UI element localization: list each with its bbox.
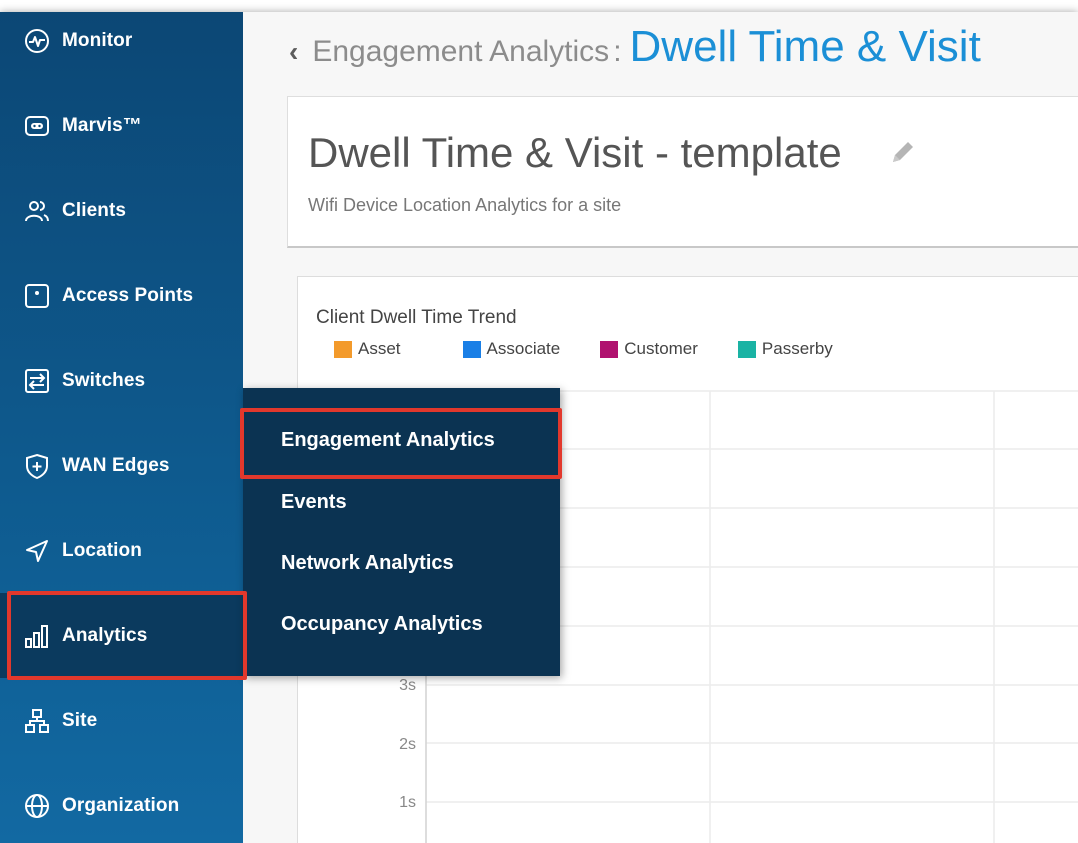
- sidebar-item-location[interactable]: Location: [0, 508, 243, 593]
- menu-item-events[interactable]: Events: [243, 472, 560, 533]
- sidebar-item-label: WAN Edges: [62, 454, 170, 476]
- breadcrumb-separator: :: [613, 35, 622, 68]
- switch-icon: [24, 368, 50, 394]
- sidebar-item-label: Access Points: [62, 284, 194, 306]
- sidebar-item-analytics[interactable]: Analytics: [0, 593, 243, 678]
- chevron-left-icon[interactable]: ‹: [289, 36, 298, 68]
- report-header-card: Dwell Time & Visit - template Wifi Devic…: [287, 96, 1078, 248]
- access-point-icon: [24, 283, 50, 309]
- globe-icon: [24, 793, 50, 819]
- site-icon: [24, 708, 50, 734]
- sidebar-item-access-points[interactable]: Access Points: [0, 253, 243, 338]
- sidebar-item-label: Location: [62, 539, 142, 561]
- menu-item-network-analytics[interactable]: Network Analytics: [243, 533, 560, 594]
- legend-swatch: [600, 340, 619, 358]
- sidebar-item-label: Organization: [62, 794, 180, 816]
- monitor-icon: [24, 28, 50, 54]
- sidebar: Monitor Marvis™ Clients Access Points Sw…: [0, 12, 243, 843]
- sidebar-item-marvis[interactable]: Marvis™: [0, 83, 243, 168]
- sidebar-item-clients[interactable]: Clients: [0, 168, 243, 253]
- legend-swatch: [334, 340, 352, 358]
- legend-item-customer[interactable]: Customer: [600, 339, 698, 359]
- sidebar-item-label: Marvis™: [62, 114, 142, 136]
- sidebar-item-wan-edges[interactable]: WAN Edges: [0, 423, 243, 508]
- chart-legend: Asset Associate Customer Passerby: [334, 339, 873, 359]
- menu-item-engagement-analytics[interactable]: Engagement Analytics: [243, 410, 560, 471]
- legend-label: Passerby: [761, 339, 833, 358]
- y-tick-label: 1s: [399, 794, 416, 811]
- analytics-flyout-menu: Engagement Analytics Events Network Anal…: [243, 388, 560, 676]
- legend-label: Associate: [486, 339, 561, 358]
- sidebar-item-monitor[interactable]: Monitor: [0, 12, 243, 83]
- pencil-icon[interactable]: [888, 137, 918, 167]
- app-window: Monitor Marvis™ Clients Access Points Sw…: [0, 12, 1078, 843]
- legend-item-passerby[interactable]: Passerby: [737, 339, 833, 359]
- legend-item-associate[interactable]: Associate: [462, 339, 561, 359]
- sidebar-item-organization[interactable]: Organization: [0, 763, 243, 843]
- sidebar-item-label: Analytics: [62, 624, 148, 646]
- analytics-bars-icon: [24, 623, 50, 649]
- breadcrumb: ‹ Engagement Analytics : Dwell Time & Vi…: [289, 22, 981, 72]
- page-title: Dwell Time & Visit - template: [308, 129, 842, 176]
- legend-swatch: [462, 340, 481, 358]
- wan-edge-shield-icon: [24, 453, 50, 479]
- chart-title: Client Dwell Time Trend: [316, 307, 517, 328]
- y-tick-label: 2s: [399, 736, 416, 753]
- legend-item-asset[interactable]: Asset: [334, 339, 401, 359]
- marvis-icon: [24, 113, 50, 139]
- legend-label: Customer: [624, 339, 698, 358]
- page-subtitle: Wifi Device Location Analytics for a sit…: [308, 195, 622, 215]
- sidebar-item-label: Switches: [62, 369, 146, 391]
- sidebar-item-label: Site: [62, 709, 98, 731]
- sidebar-item-label: Clients: [62, 199, 127, 221]
- sidebar-item-label: Monitor: [62, 29, 133, 51]
- clients-icon: [24, 198, 50, 224]
- breadcrumb-parent-link[interactable]: Engagement Analytics: [312, 35, 609, 69]
- location-arrow-icon: [24, 538, 50, 564]
- breadcrumb-current: Dwell Time & Visit: [629, 22, 981, 71]
- sidebar-item-switches[interactable]: Switches: [0, 338, 243, 423]
- y-tick-label: 3s: [399, 677, 416, 694]
- legend-label: Asset: [358, 339, 401, 358]
- sidebar-item-site[interactable]: Site: [0, 678, 243, 763]
- menu-item-occupancy-analytics[interactable]: Occupancy Analytics: [243, 594, 560, 655]
- legend-swatch: [737, 340, 756, 358]
